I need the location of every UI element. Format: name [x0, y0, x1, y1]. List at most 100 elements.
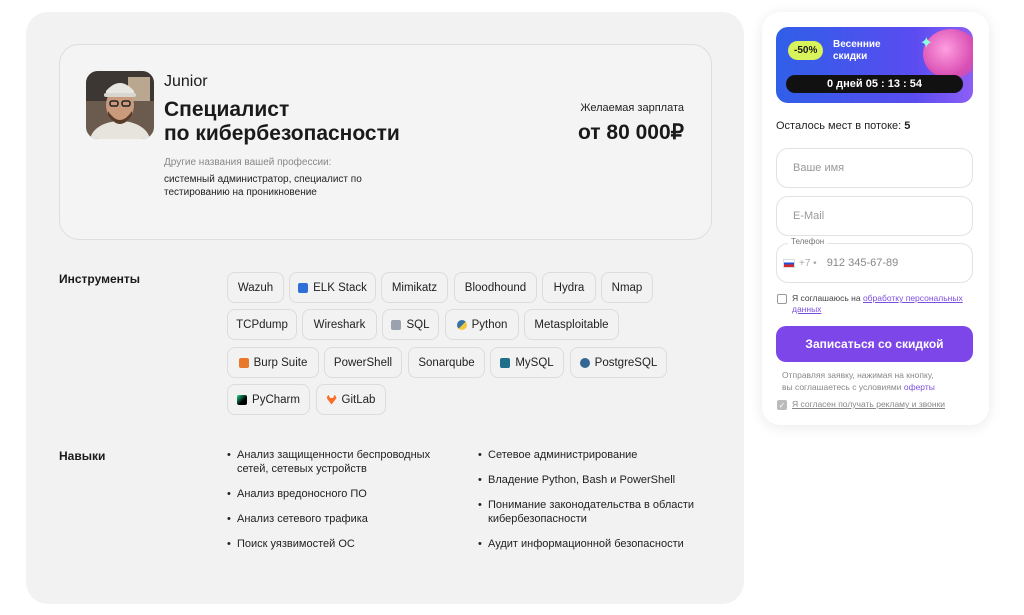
- seats-label: Осталось мест в потоке:: [776, 120, 902, 132]
- phone-placeholder: 912 345-67-89: [826, 257, 899, 269]
- skill-item: Аудит информационной безопасности: [478, 537, 718, 551]
- phone-label: Телефон: [788, 237, 828, 246]
- email-field[interactable]: E-Mail: [776, 196, 973, 236]
- tool-chip: Nmap: [601, 272, 653, 303]
- skills-title: Навыки: [59, 449, 106, 463]
- database-icon: [391, 319, 402, 330]
- skill-line: Анализ вредоносного ПО: [237, 488, 367, 500]
- tool-chip: Hydra: [542, 272, 596, 303]
- countdown-timer: 0 дней 05 : 13 : 54: [786, 75, 963, 93]
- tool-chip: Bloodhound: [454, 272, 537, 303]
- skill-item: Владение Python, Bash и PowerShell: [478, 473, 718, 487]
- consent-text: Я соглашаюсь на обработку персональных д…: [792, 293, 967, 315]
- phone-prefix[interactable]: +7 •: [799, 258, 817, 269]
- salary-value: от 80 000₽: [577, 121, 684, 144]
- submit-button[interactable]: Записаться со скидкой: [776, 326, 973, 362]
- tool-chip: Wireshark: [302, 309, 377, 340]
- tool-label: Python: [471, 318, 508, 331]
- tool-label: Hydra: [553, 281, 585, 294]
- tool-chip: Mimikatz: [381, 272, 448, 303]
- pycharm-icon: [237, 394, 248, 405]
- title-line: по кибербезопасности: [164, 122, 400, 145]
- offer-link[interactable]: оферты: [904, 382, 935, 392]
- tool-chip: ELK Stack: [289, 272, 376, 303]
- tool-chip: Wazuh: [227, 272, 284, 303]
- skill-item: Анализ вредоносного ПО: [227, 487, 467, 501]
- skill-item: Сетевое администрирование: [478, 448, 718, 462]
- skill-line: Анализ сетевого трафика: [237, 513, 368, 525]
- burp-suite-icon: [238, 357, 249, 368]
- discount-badge: -50%: [788, 41, 824, 60]
- alt-names-line: системный администратор, специалист по: [164, 174, 362, 185]
- tool-chip: Burp Suite: [227, 347, 319, 378]
- tool-chip: Python: [445, 309, 519, 340]
- tool-chip: TCPdump: [227, 309, 297, 340]
- skill-line: кибербезопасности: [488, 513, 587, 525]
- tool-chip: Sonarqube: [408, 347, 485, 378]
- note-line-wrap: вы соглашаетесь с условиями оферты: [782, 381, 972, 393]
- salary-label: Желаемая зарплата: [580, 102, 684, 114]
- tool-chip: PostgreSQL: [570, 347, 667, 378]
- tool-chip: PowerShell: [324, 347, 402, 378]
- mysql-icon: [500, 357, 511, 368]
- phone-field[interactable]: +7 • 912 345-67-89: [776, 243, 973, 283]
- promo-banner[interactable]: ✦ -50% Весенние скидки 0 дней 05 : 13 : …: [776, 27, 973, 103]
- alt-names-label: Другие названия вашей профессии:: [164, 157, 332, 168]
- skill-item: Понимание законодательства в области кибе…: [478, 498, 718, 526]
- tool-label: Metasploitable: [534, 318, 609, 331]
- skill-line: Анализ защищенности беспроводных: [237, 449, 431, 461]
- promo-line: Весенние: [833, 39, 881, 50]
- promo-text: Весенние скидки: [833, 39, 881, 63]
- tool-chip: Metasploitable: [524, 309, 619, 340]
- offer-note: Отправляя заявку, нажимая на кнопку, вы …: [782, 369, 972, 393]
- profession-title: Специалист по кибербезопасности: [164, 98, 444, 146]
- skills-left-list: Анализ защищенности беспроводных сетей, с…: [227, 448, 467, 562]
- tool-label: PostgreSQL: [594, 356, 658, 369]
- tools-title: Инструменты: [59, 272, 141, 286]
- note-line: вы соглашаетесь с условиями: [782, 382, 902, 392]
- gitlab-icon: [326, 394, 337, 405]
- tool-label: PyCharm: [252, 393, 300, 406]
- skill-item: Анализ защищенности беспроводных сетей, с…: [227, 448, 467, 476]
- python-icon: [456, 319, 467, 330]
- tool-label: PowerShell: [333, 356, 393, 369]
- alt-names-line: тестированию на проникновение: [164, 187, 317, 198]
- tool-label: Wazuh: [237, 281, 274, 294]
- skill-item: Анализ сетевого трафика: [227, 512, 467, 526]
- skill-line: Поиск уязвимостей ОС: [237, 538, 355, 550]
- skill-line: Сетевое администрирование: [488, 449, 638, 461]
- title-line: Специалист: [164, 98, 290, 121]
- tool-label: Wireshark: [313, 318, 366, 331]
- skills-right-list: Сетевое администрирование Владение Pytho…: [478, 448, 718, 562]
- tool-label: MySQL: [515, 356, 554, 369]
- skill-line: сетей, сетевых устройств: [237, 463, 367, 475]
- tool-label: Sonarqube: [418, 356, 475, 369]
- consent-checkbox[interactable]: [777, 294, 787, 304]
- tool-label: Mimikatz: [391, 281, 438, 294]
- tool-label: Bloodhound: [464, 281, 527, 294]
- tool-label: Nmap: [611, 281, 643, 294]
- tool-chip: SQL: [382, 309, 439, 340]
- name-field[interactable]: Ваше имя: [776, 148, 973, 188]
- skill-item: Поиск уязвимостей ОС: [227, 537, 467, 551]
- elk-icon: [298, 282, 309, 293]
- promo-line: скидки: [833, 51, 868, 62]
- tool-label: GitLab: [341, 393, 376, 406]
- tool-chip: GitLab: [316, 384, 386, 415]
- skill-line: Аудит информационной безопасности: [488, 538, 684, 550]
- russia-flag-icon[interactable]: [783, 258, 795, 268]
- ads-consent-label[interactable]: Я согласен получать рекламу и звонки: [792, 399, 945, 409]
- postgresql-icon: [579, 357, 590, 368]
- skill-line: Понимание законодательства в области: [488, 499, 695, 511]
- sparkle-icon: ✦: [919, 35, 933, 52]
- tool-chip: PyCharm: [227, 384, 310, 415]
- seats-value: 5: [904, 120, 911, 132]
- skill-line: Владение Python, Bash и PowerShell: [488, 474, 676, 486]
- seats-remaining: Осталось мест в потоке: 5: [776, 120, 910, 132]
- level-label: Junior: [164, 73, 208, 90]
- tool-label: ELK Stack: [313, 281, 367, 294]
- ads-checkbox[interactable]: ✓: [777, 400, 787, 410]
- tool-label: TCPdump: [236, 318, 288, 331]
- consent-label: Я соглашаюсь на: [792, 293, 861, 303]
- avatar: [86, 71, 154, 139]
